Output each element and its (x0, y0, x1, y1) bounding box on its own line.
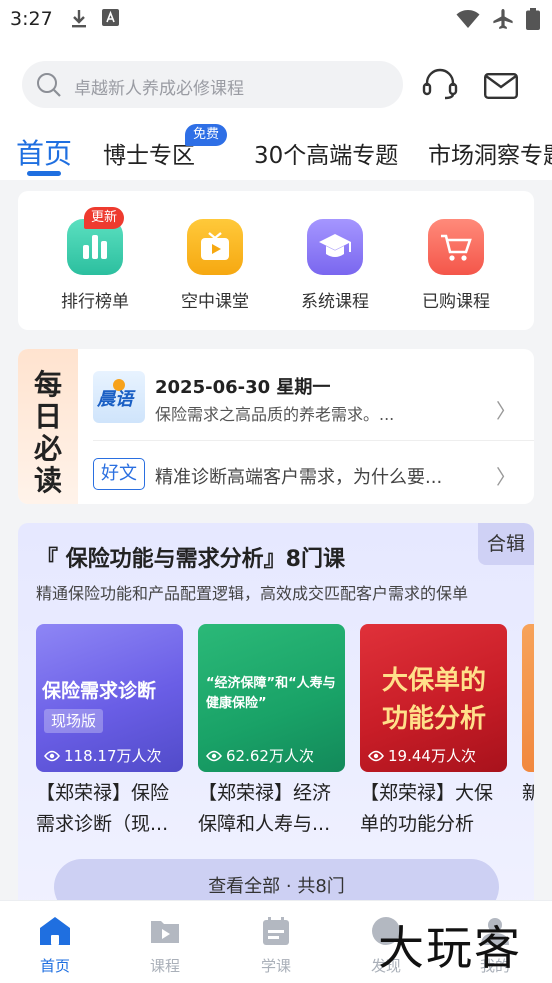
tv-play-icon (201, 232, 229, 260)
entry-label: 系统课程 (301, 292, 369, 312)
course-thumbnail: 保险需求诊断 现场版 118.17万人次 (36, 624, 183, 772)
daily-summary: 保险需求之高品质的养老需求。... (155, 405, 395, 424)
nav-label: 课程 (149, 957, 180, 975)
quick-entries-card: 更新 排行榜单 空中课堂 系统课程 已购课程 (18, 191, 534, 330)
daily-read-side: 每日必读 (18, 349, 78, 504)
collection-tag: 合辑 (478, 523, 534, 565)
view-count: 19.44万人次 (388, 747, 476, 765)
download-icon (72, 10, 86, 28)
view-count: 62.62万人次 (226, 747, 314, 765)
entry-label: 空中课堂 (181, 292, 249, 312)
header: 卓越新人养成必修课程 首页 博士专区 免费 30个高端专题 市场洞察专题 (0, 40, 552, 180)
status-bar: 3:27 (0, 0, 552, 40)
entry-label: 已购课程 (422, 292, 490, 312)
nav-label: 首页 (39, 957, 70, 975)
wifi-icon (456, 10, 480, 28)
good-article-tag: 好文 (93, 458, 145, 490)
course-title: 【郑荣禄】大保单的功能分析 (360, 782, 494, 835)
watermark-text: 大玩客 (378, 921, 522, 975)
article-title: 精准诊断高端客户需求，为什么要... (155, 467, 443, 488)
eye-icon (44, 750, 60, 761)
shopping-cart-icon (441, 234, 472, 261)
morning-words-logo: 晨语 (93, 371, 145, 423)
tab-market-insight[interactable]: 市场洞察专题 (428, 136, 552, 170)
chevron-right-icon: 〉 (496, 465, 516, 489)
course-card[interactable]: “经济保障”和“人寿与健康保险” 62.62万人次 【郑荣禄】经济保障和人寿与.… (198, 624, 345, 840)
eye-icon (206, 750, 222, 761)
graduation-cap-icon (319, 234, 351, 257)
search-placeholder: 卓越新人养成必修课程 (74, 79, 244, 99)
mail-icon[interactable] (484, 73, 518, 99)
nav-courses[interactable]: 课程 (130, 915, 200, 976)
view-count: 118.17万人次 (64, 747, 162, 765)
course-title: 【郑荣禄】保险需求诊断（现... (36, 782, 170, 835)
course-card-partial[interactable]: 新 (522, 624, 534, 840)
category-tabs: 首页 博士专区 免费 30个高端专题 市场洞察专题 (0, 124, 552, 180)
series-subtitle: 精通保险功能和产品配置逻辑，高效成交匹配客户需求的保单 (36, 584, 469, 603)
course-card[interactable]: 保险需求诊断 现场版 118.17万人次 【郑荣禄】保险需求诊断（现... (36, 624, 183, 840)
eye-icon (368, 750, 384, 761)
search-input[interactable]: 卓越新人养成必修课程 (22, 61, 403, 108)
daily-read-card: 每日必读 晨语 2025-06-30 星期一 保险需求之高品质的养老需求。...… (18, 349, 534, 504)
course-title: 【郑荣禄】经济保障和人寿与... (198, 782, 332, 835)
calendar-icon (263, 917, 289, 945)
nav-label: 学课 (260, 957, 291, 975)
entry-air-classroom[interactable]: 空中课堂 (160, 219, 270, 312)
course-thumbnail: “经济保障”和“人寿与健康保险” 62.62万人次 (198, 624, 345, 772)
course-thumbnail (522, 624, 534, 772)
update-badge: 更新 (84, 207, 125, 229)
video-icon (151, 921, 179, 943)
airplane-mode-icon (493, 9, 513, 29)
tab-home[interactable]: 首页 (16, 132, 72, 172)
home-icon (40, 917, 70, 945)
battery-icon (526, 8, 540, 30)
app-screen: 3:27 卓越新人养成必修课程 首页 博士专区 免费 30个高端专题 市场洞察专… (0, 0, 552, 983)
text-notification-icon (102, 9, 119, 26)
tab-doctor-zone[interactable]: 博士专区 (103, 136, 195, 170)
course-card[interactable]: 大保单的功能分析 19.44万人次 【郑荣禄】大保单的功能分析 (360, 624, 507, 840)
course-series-section: 合辑 『 保险功能与需求分析』8门课 精通保险功能和产品配置逻辑，高效成交匹配客… (18, 523, 534, 923)
entry-purchased[interactable]: 已购课程 (401, 219, 511, 312)
nav-home[interactable]: 首页 (20, 915, 90, 976)
status-time: 3:27 (10, 8, 53, 30)
chevron-right-icon: 〉 (496, 399, 516, 423)
tab-active-indicator (27, 171, 61, 176)
course-thumbnail: 大保单的功能分析 19.44万人次 (360, 624, 507, 772)
course-title: 新 (522, 782, 534, 804)
free-badge: 免费 (185, 124, 228, 146)
daily-read-label: 每日必读 (33, 368, 62, 497)
divider (93, 440, 534, 441)
series-title: 『 保险功能与需求分析』8门课 (36, 547, 345, 572)
customer-service-icon[interactable] (422, 68, 458, 100)
entry-ranking[interactable]: 更新 排行榜单 (40, 207, 150, 312)
entry-system-courses[interactable]: 系统课程 (280, 219, 390, 312)
nav-study[interactable]: 学课 (241, 915, 311, 976)
search-icon (37, 73, 61, 97)
entry-label: 排行榜单 (61, 292, 129, 312)
daily-date: 2025-06-30 星期一 (155, 377, 331, 398)
tab-30-topics[interactable]: 30个高端专题 (254, 136, 398, 170)
